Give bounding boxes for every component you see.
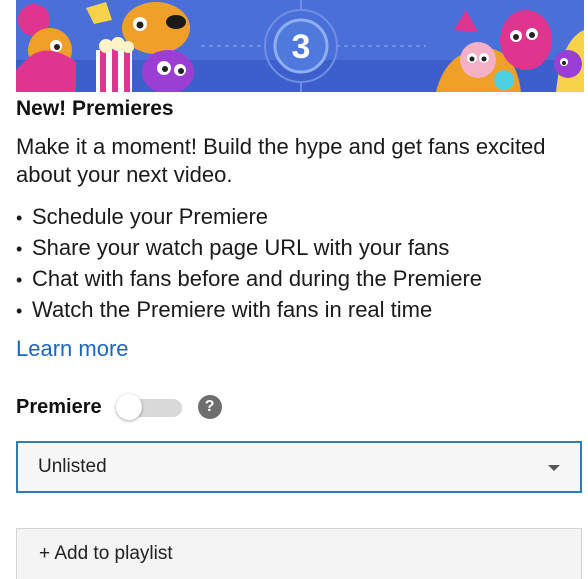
list-item-text: Chat with fans before and during the Pre… bbox=[32, 266, 483, 291]
help-icon[interactable]: ? bbox=[197, 395, 222, 419]
list-item-text: Watch the Premiere with fans in real tim… bbox=[32, 297, 433, 322]
premiere-toggle-label: Premiere bbox=[16, 395, 102, 418]
bullet-dot-icon: • bbox=[16, 301, 23, 321]
premiere-toggle-row: Premiere ? bbox=[16, 392, 222, 422]
premieres-description: Make it a moment! Build the hype and get… bbox=[16, 134, 546, 187]
list-item-text: Share your watch page URL with your fans bbox=[32, 235, 450, 260]
premieres-banner-illustration: 3 bbox=[16, 0, 584, 92]
list-item: • Schedule your Premiere bbox=[16, 202, 482, 233]
list-item: • Share your watch page URL with your fa… bbox=[16, 233, 482, 264]
visibility-select[interactable]: Unlisted bbox=[16, 441, 582, 493]
bullet-dot-icon: • bbox=[16, 270, 23, 290]
add-to-playlist-button[interactable]: + Add to playlist bbox=[16, 528, 582, 579]
premieres-banner: 3 bbox=[16, 0, 584, 92]
bullet-dot-icon: • bbox=[16, 239, 23, 259]
list-item: • Chat with fans before and during the P… bbox=[16, 264, 482, 295]
learn-more-link[interactable]: Learn more bbox=[16, 336, 129, 362]
premieres-title: New! Premieres bbox=[16, 97, 174, 120]
list-item: • Watch the Premiere with fans in real t… bbox=[16, 295, 482, 326]
chevron-down-icon bbox=[548, 465, 560, 471]
countdown-number: 3 bbox=[292, 28, 311, 66]
toggle-knob bbox=[115, 394, 142, 420]
visibility-select-value: Unlisted bbox=[38, 456, 107, 477]
list-item-text: Schedule your Premiere bbox=[32, 204, 269, 229]
add-to-playlist-label: + Add to playlist bbox=[39, 543, 173, 564]
premiere-toggle[interactable] bbox=[115, 392, 188, 422]
premieres-feature-list: • Schedule your Premiere • Share your wa… bbox=[16, 202, 482, 326]
bullet-dot-icon: • bbox=[16, 208, 23, 228]
